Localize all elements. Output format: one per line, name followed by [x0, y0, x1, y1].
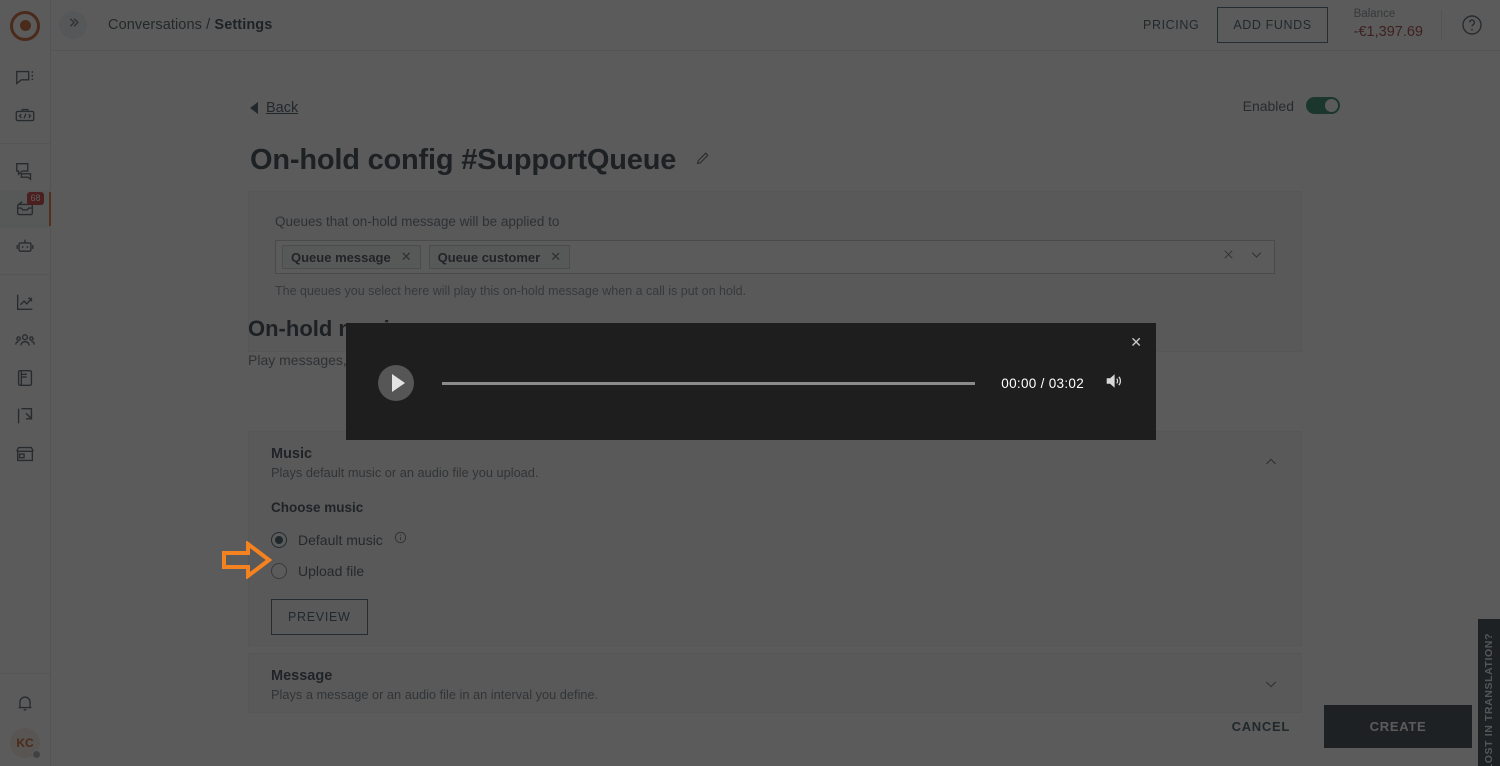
play-triangle-icon: [392, 374, 405, 392]
seek-bar[interactable]: [442, 382, 975, 385]
arrow-right-annotation: [222, 541, 272, 584]
app-root: 68: [0, 0, 1500, 766]
play-button[interactable]: [378, 365, 414, 401]
audio-preview-modal: ✕ 00:00 / 03:02: [346, 323, 1156, 440]
volume-button[interactable]: [1104, 371, 1124, 396]
audio-player: 00:00 / 03:02: [346, 365, 1156, 401]
time-display: 00:00 / 03:02: [1001, 376, 1084, 391]
speaker-on-icon: [1104, 378, 1124, 395]
close-icon[interactable]: ✕: [1130, 335, 1142, 349]
